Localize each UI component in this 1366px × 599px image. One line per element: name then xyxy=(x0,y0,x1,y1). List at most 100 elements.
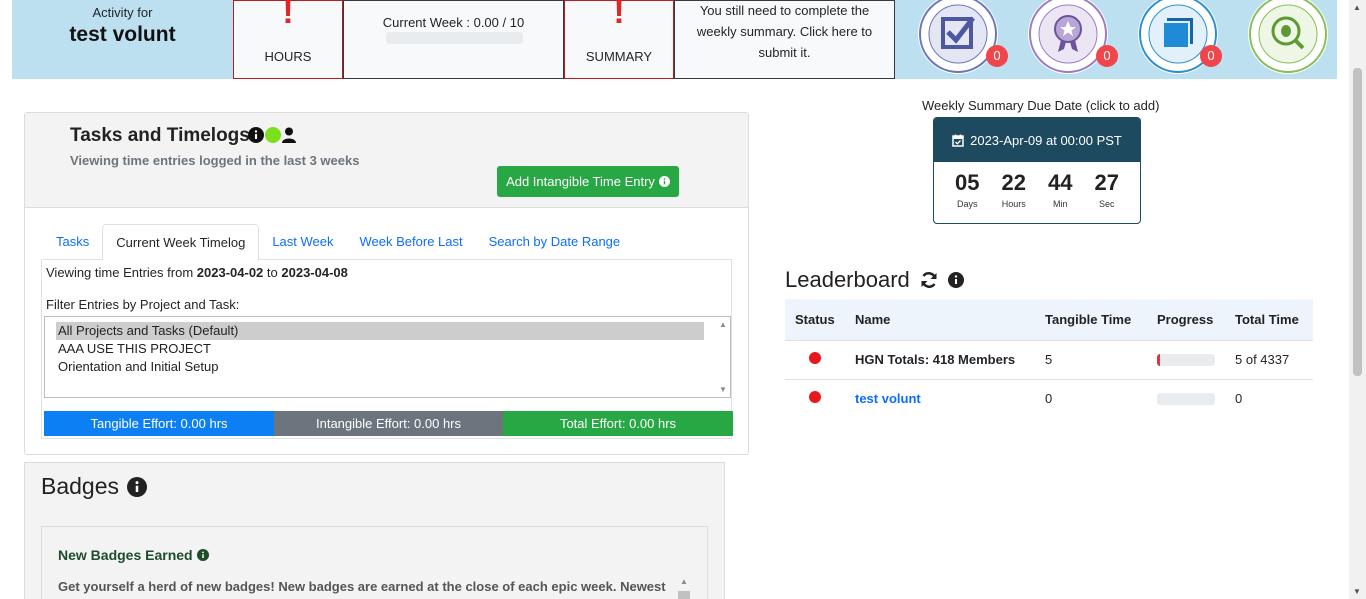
scroll-up-icon[interactable]: ▲ xyxy=(680,577,688,586)
tangible-time: 0 xyxy=(1035,378,1147,418)
col-status: Status xyxy=(785,299,845,340)
tab-week-before-last[interactable]: Week Before Last xyxy=(347,224,476,260)
calendar-check-icon xyxy=(952,134,964,147)
add-intangible-time-entry-label: Add Intangible Time Entry xyxy=(506,174,655,189)
table-row: HGN Totals: 418 Members 5 5 of 4337 xyxy=(785,339,1313,379)
add-intangible-time-entry-button[interactable]: Add Intangible Time Entry xyxy=(497,166,679,197)
member-link[interactable]: test volunt xyxy=(855,391,921,406)
summary-alert-cell[interactable]: ! SUMMARY xyxy=(564,0,674,79)
page-scrollbar[interactable]: ▲ ▼ xyxy=(1349,0,1366,599)
filter-option-orientation[interactable]: Orientation and Initial Setup xyxy=(56,358,218,376)
app-bug-badge[interactable] xyxy=(1248,0,1328,74)
summary-caption: SUMMARY xyxy=(585,49,653,64)
leaderboard-title: Leaderboard xyxy=(785,267,910,292)
tasks-timelogs-card: Tasks and Timelogs Viewing time entries … xyxy=(24,112,749,455)
hours-alert-icon: ! xyxy=(282,0,294,31)
col-tangible-time: Tangible Time xyxy=(1035,299,1147,340)
timelog-tabs: Tasks Current Week Timelog Last Week Wee… xyxy=(43,224,732,261)
sec-label: Sec xyxy=(1098,199,1115,209)
refresh-icon[interactable] xyxy=(920,271,938,289)
status-cell xyxy=(785,339,845,379)
min-value: 44 xyxy=(1048,170,1073,195)
col-progress: Progress xyxy=(1147,299,1225,340)
scroll-thumb[interactable] xyxy=(678,591,690,599)
badges-card: Badges New Badges Earned Get yourself a … xyxy=(24,462,725,599)
weekly-summary-notice[interactable]: You still need to complete the weekly su… xyxy=(674,0,895,79)
info-icon xyxy=(658,176,670,187)
tasks-title: Tasks and Timelogs xyxy=(70,125,250,146)
badge-count: 0 xyxy=(1096,45,1118,67)
col-total-time: Total Time xyxy=(1225,299,1313,340)
status-cell xyxy=(785,378,845,418)
viewing-prefix: Viewing time Entries from xyxy=(46,265,194,280)
viewing-range-text: Viewing time Entries from 2023-04-02 to … xyxy=(46,265,348,280)
countdown-hours: 22 Hours xyxy=(1002,170,1026,209)
tab-last-week[interactable]: Last Week xyxy=(259,224,346,260)
top-summary-bar: Activity for test volunt ! HOURS Current… xyxy=(12,0,1337,79)
info-icon[interactable] xyxy=(947,272,964,288)
leaderboard-table: Status Name Tangible Time Progress Total… xyxy=(785,299,1313,418)
checkbox-badge[interactable]: 0 xyxy=(918,0,1008,74)
filter-option-aaa-project[interactable]: AAA USE THIS PROJECT xyxy=(56,340,211,358)
hours-caption: HOURS xyxy=(264,49,312,64)
activity-label: Activity for xyxy=(92,5,153,20)
progress-cell xyxy=(1147,339,1225,379)
scroll-up-icon[interactable]: ▲ xyxy=(1353,3,1361,12)
countdown-minutes: 44 Min xyxy=(1048,170,1072,209)
earned-star-badge[interactable]: 0 xyxy=(1028,0,1118,74)
progress-bar xyxy=(1157,353,1215,366)
tasks-subtitle: Viewing time entries logged in the last … xyxy=(70,153,360,168)
due-date-countdown[interactable]: 2023-Apr-09 at 00:00 PST 05 Days 22 Hour… xyxy=(933,117,1141,224)
current-week-pane: Viewing time Entries from 2023-04-02 to … xyxy=(41,259,733,439)
current-week-cell: Current Week : 0.00 / 10 xyxy=(343,0,564,79)
project-task-filter-list[interactable]: All Projects and Tasks (Default) AAA USE… xyxy=(44,316,731,398)
viewing-to: to xyxy=(266,265,278,280)
days-label: Days xyxy=(956,199,978,209)
sec-value: 27 xyxy=(1094,170,1119,195)
blue-square-badge[interactable]: 0 xyxy=(1138,0,1222,74)
col-name: Name xyxy=(845,299,1035,340)
new-badges-scrollbar[interactable]: ▲ xyxy=(677,577,691,599)
info-icon[interactable] xyxy=(127,476,148,497)
status-dot-icon xyxy=(809,391,821,404)
status-dot-icon xyxy=(809,352,821,364)
page-scroll-thumb[interactable] xyxy=(1353,68,1362,376)
new-badges-title-row: New Badges Earned xyxy=(58,547,209,563)
date-to: 2023-04-08 xyxy=(281,265,348,280)
tasks-card-header: Tasks and Timelogs Viewing time entries … xyxy=(25,113,748,208)
info-icon[interactable] xyxy=(248,127,264,143)
scroll-down-icon[interactable]: ▼ xyxy=(1353,587,1361,596)
scroll-down-icon[interactable]: ▼ xyxy=(719,385,727,394)
weekly-summary-due-label[interactable]: Weekly Summary Due Date (click to add) xyxy=(922,98,1159,113)
tasks-header-icons xyxy=(248,127,296,143)
intangible-effort: Intangible Effort: 0.00 hrs xyxy=(274,411,503,436)
checkbox-badge-icon xyxy=(919,0,997,73)
activity-header: Activity for test volunt xyxy=(12,0,233,79)
member-name-link[interactable]: test volunt xyxy=(845,378,1035,418)
countdown-values: 05 Days 22 Hours 44 Min 27 Sec xyxy=(934,162,1140,209)
tab-current-week-timelog[interactable]: Current Week Timelog xyxy=(102,224,260,261)
tangible-effort: Tangible Effort: 0.00 hrs xyxy=(44,411,274,436)
new-badges-panel: New Badges Earned Get yourself a herd of… xyxy=(41,526,708,599)
app-bug-badge-icon xyxy=(1249,0,1327,73)
info-icon[interactable] xyxy=(196,549,209,561)
countdown-seconds: 27 Sec xyxy=(1095,170,1119,209)
current-week-progress xyxy=(386,32,523,44)
hours-alert-cell[interactable]: ! HOURS xyxy=(233,0,343,79)
progress-bar xyxy=(1157,392,1215,405)
effort-summary-bar: Tangible Effort: 0.00 hrs Intangible Eff… xyxy=(44,411,733,436)
tab-tasks[interactable]: Tasks xyxy=(43,224,102,260)
scroll-up-icon[interactable]: ▲ xyxy=(719,320,727,329)
filter-option-all[interactable]: All Projects and Tasks (Default) xyxy=(56,322,704,340)
list-scrollbar[interactable]: ▲ ▼ xyxy=(716,317,730,397)
badge-count: 0 xyxy=(1200,45,1222,67)
status-dot-icon xyxy=(265,127,281,143)
date-from: 2023-04-02 xyxy=(196,265,264,280)
member-name: HGN Totals: 418 Members xyxy=(845,339,1035,379)
weekly-summary-notice-text: You still need to complete the weekly su… xyxy=(696,3,873,60)
tab-search-by-date-range[interactable]: Search by Date Range xyxy=(476,224,634,260)
user-icon[interactable] xyxy=(282,127,296,143)
progress-cell xyxy=(1147,378,1225,418)
table-row: test volunt 0 0 xyxy=(785,378,1313,418)
leaderboard-title-row: Leaderboard xyxy=(785,267,964,293)
